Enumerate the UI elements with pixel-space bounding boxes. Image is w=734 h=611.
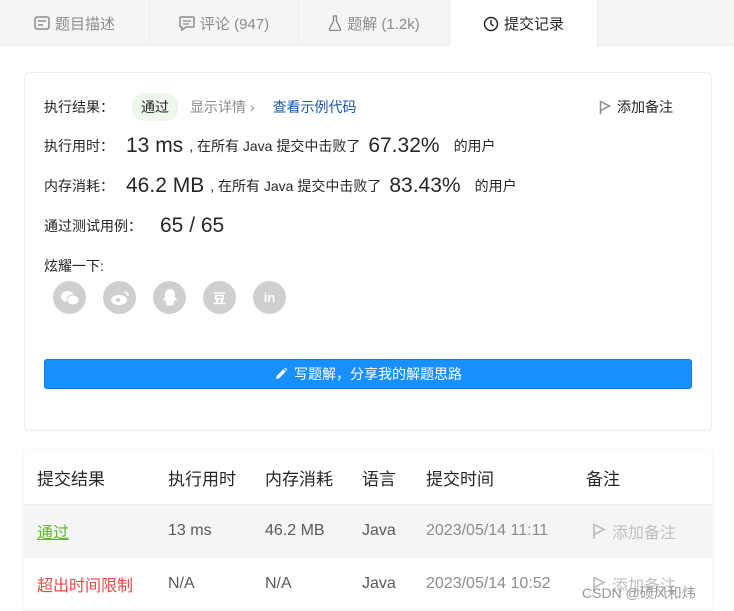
add-note-label: 添加备注: [617, 99, 673, 115]
tab-description[interactable]: 题目描述: [0, 0, 150, 46]
memory-percent: 83.43%: [389, 174, 461, 197]
share-label: 炫耀一下:: [44, 258, 104, 274]
column-header: 提交时间: [426, 469, 494, 489]
column-header: 备注: [586, 469, 620, 489]
weibo-icon[interactable]: [103, 281, 136, 314]
column-header: 提交结果: [37, 469, 105, 489]
douban-glyph: 豆: [212, 291, 226, 306]
share-row: 炫耀一下:: [44, 256, 104, 276]
pencil-icon: [276, 367, 288, 379]
submit-time-cell: 2023/05/14 10:52: [426, 575, 551, 592]
memory-beat-text: , 在所有 Java 提交中击败了: [210, 178, 382, 194]
table-row[interactable]: 通过 13 ms 46.2 MB Java 2023/05/14 11:11 添…: [24, 505, 712, 558]
column-header: 内存消耗: [265, 469, 333, 489]
runtime-users-text: 的用户: [453, 138, 496, 154]
flag-icon: [599, 100, 611, 114]
runtime-percent: 67.32%: [368, 134, 440, 157]
wechat-icon[interactable]: [53, 281, 86, 314]
runtime-label: 执行用时：: [44, 138, 114, 154]
submission-status-link[interactable]: 通过: [37, 505, 69, 557]
tests-row: 通过测试用例： 65 / 65: [44, 214, 224, 238]
watermark: CSDN @硕风和炜: [582, 585, 696, 601]
douban-icon[interactable]: 豆: [203, 281, 236, 314]
memory-label: 内存消耗：: [44, 178, 114, 194]
runtime-cell: N/A: [168, 575, 195, 592]
runtime-cell: 13 ms: [168, 522, 212, 539]
linkedin-icon[interactable]: in: [253, 281, 286, 314]
tab-label: 题解 (1.2k): [347, 15, 420, 33]
memory-row: 内存消耗： 46.2 MB , 在所有 Java 提交中击败了 83.43% 的…: [44, 174, 517, 198]
add-note-button[interactable]: 添加备注: [599, 97, 673, 117]
language-cell: Java: [362, 575, 396, 592]
linkedin-glyph: in: [263, 290, 276, 305]
write-solution-label: 写题解，分享我的解题思路: [294, 366, 462, 382]
runtime-value: 13 ms: [126, 134, 184, 157]
row-add-note-label: 添加备注: [612, 525, 677, 542]
write-solution-button[interactable]: 写题解，分享我的解题思路: [44, 359, 692, 389]
tab-bar: 题目描述 评论 (947) 题解 (1.2k) 提交记录: [0, 0, 734, 47]
flag-icon: [593, 523, 606, 539]
column-header: 语言: [362, 469, 396, 489]
result-status-row: 执行结果： 通过 显示详情 › 查看示例代码: [44, 93, 357, 121]
memory-users-text: 的用户: [474, 178, 517, 194]
view-sample-code-link[interactable]: 查看示例代码: [273, 97, 357, 117]
tab-label: 题目描述: [54, 15, 115, 33]
tab-comments[interactable]: 评论 (947): [150, 0, 299, 46]
submission-result-card: 执行结果： 通过 显示详情 › 查看示例代码 添加备注 执行用时： 13 ms …: [24, 72, 712, 431]
submit-time-cell: 2023/05/14 11:11: [426, 522, 549, 539]
tab-submissions[interactable]: 提交记录: [450, 0, 598, 47]
share-icons: 豆 in: [53, 281, 303, 314]
submission-status-link[interactable]: 超出时间限制: [37, 558, 133, 610]
column-header: 执行用时: [168, 469, 236, 489]
memory-cell: 46.2 MB: [265, 522, 325, 539]
runtime-row: 执行用时： 13 ms , 在所有 Java 提交中击败了 67.32% 的用户: [44, 134, 496, 158]
qq-icon[interactable]: [153, 281, 186, 314]
memory-value: 46.2 MB: [126, 174, 205, 197]
runtime-beat-text: , 在所有 Java 提交中击败了: [189, 138, 361, 154]
status-label: 执行结果：: [44, 99, 114, 115]
memory-cell: N/A: [265, 575, 292, 592]
tests-label: 通过测试用例：: [44, 218, 142, 234]
tab-label: 提交记录: [503, 16, 564, 33]
clock-icon: [483, 16, 499, 32]
tab-solutions[interactable]: 题解 (1.2k): [299, 0, 450, 46]
tab-label: 评论 (947): [199, 15, 270, 33]
show-details-link[interactable]: 显示详情 ›: [190, 97, 255, 117]
table-header: 提交结果 执行用时 内存消耗 语言 提交时间 备注: [24, 450, 712, 505]
language-cell: Java: [362, 522, 396, 539]
comment-icon: [179, 15, 195, 31]
flask-icon: [328, 15, 342, 31]
status-badge: 通过: [132, 93, 178, 121]
description-icon: [34, 16, 50, 30]
tests-value: 65 / 65: [160, 214, 225, 237]
row-add-note-button[interactable]: 添加备注: [592, 505, 676, 557]
